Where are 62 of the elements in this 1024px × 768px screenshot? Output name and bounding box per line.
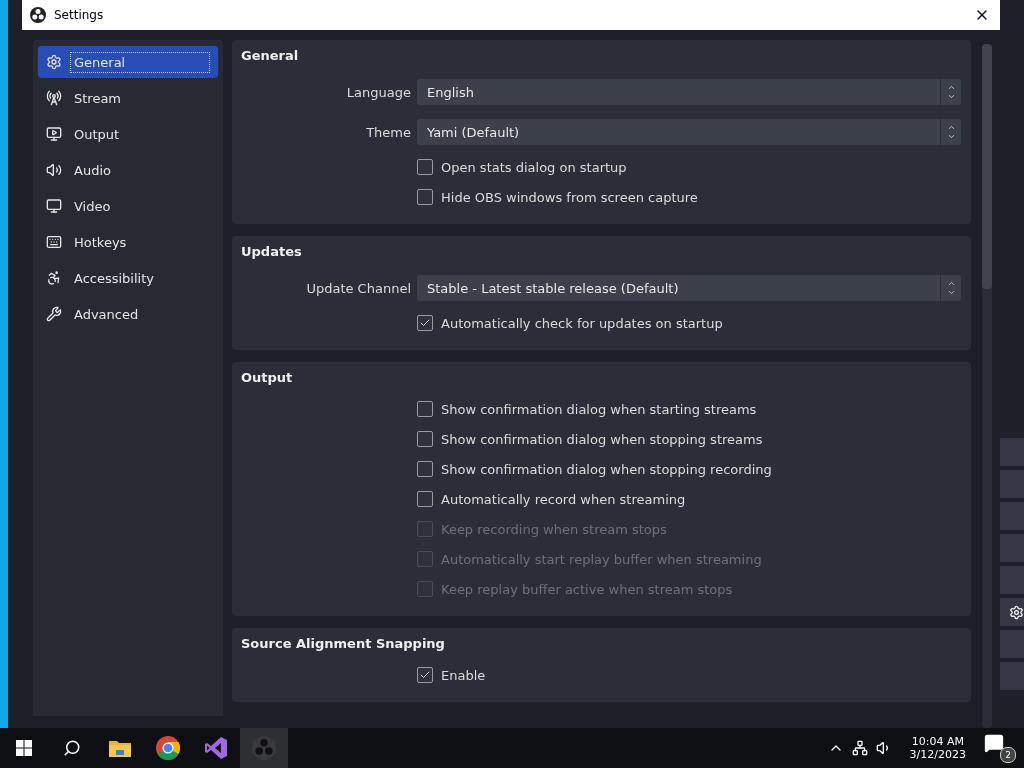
checkbox-label: Hide OBS windows from screen capture (441, 189, 698, 205)
sidebar-item[interactable]: Stream (38, 82, 218, 114)
ide-icon (204, 736, 228, 760)
field-label: Update Channel (305, 280, 411, 296)
settings-button[interactable] (1000, 598, 1024, 626)
obs-logo-icon (30, 7, 46, 23)
monitor-icon (46, 198, 62, 214)
checkbox-label: Automatically check for updates on startup (441, 315, 723, 331)
checkbox[interactable] (417, 189, 433, 205)
dropdown[interactable]: English (417, 79, 961, 105)
sidebar-item[interactable]: Audio (38, 154, 218, 186)
group-title: General (241, 48, 300, 65)
field-label: Theme (365, 124, 411, 140)
person-icon (46, 270, 62, 286)
dropdown[interactable]: Yami (Default) (417, 119, 961, 145)
folder-icon (109, 739, 131, 757)
check-icon (419, 317, 431, 329)
sidebar-item[interactable]: Accessibility (38, 262, 218, 294)
sidebar-item[interactable]: Hotkeys (38, 226, 218, 258)
checkbox-label: Show confirmation dialog when stopping streams (441, 431, 763, 447)
checkbox[interactable] (417, 401, 433, 417)
clock[interactable]: 10:04 AM 3/12/2023 (909, 735, 966, 761)
group-title: Source Alignment Snapping (241, 636, 446, 653)
group-title: Updates (241, 244, 303, 261)
checkbox-label: Keep replay buffer active when stream stops (441, 581, 733, 597)
checkbox[interactable] (417, 431, 433, 447)
search-icon (63, 739, 81, 757)
antenna-icon (46, 90, 62, 106)
check-icon (419, 669, 431, 681)
speaker-icon (46, 162, 62, 178)
checkbox[interactable] (417, 461, 433, 477)
field-label: Language (345, 84, 411, 100)
dropdown[interactable]: Stable - Latest stable release (Default) (417, 275, 961, 301)
browser-icon (156, 736, 180, 760)
checkbox[interactable] (417, 159, 433, 175)
screen-icon (46, 126, 62, 142)
group-title: Output (241, 370, 294, 387)
checkbox-label: Open stats dialog on startup (441, 159, 627, 175)
scrollbar[interactable] (982, 44, 992, 728)
wrench-icon (46, 306, 62, 322)
message-icon (984, 733, 1004, 753)
checkbox[interactable] (417, 491, 433, 507)
checkbox-label: Show confirmation dialog when stopping recording (441, 461, 772, 477)
sidebar-item[interactable]: Advanced (38, 298, 218, 330)
checkbox-label: Automatically start replay buffer when streaming (441, 551, 762, 567)
checkbox-label: Keep recording when stream stops (441, 521, 667, 537)
keyboard-icon (46, 234, 62, 250)
sidebar-item[interactable]: General (38, 46, 218, 78)
notifications-button[interactable]: 2 (984, 733, 1016, 763)
checkbox-label: Automatically record when streaming (441, 491, 686, 507)
sidebar-item[interactable]: Video (38, 190, 218, 222)
checkbox-label: Show confirmation dialog when starting streams (441, 401, 757, 417)
obs-icon (252, 736, 276, 760)
checkbox-label: Enable (441, 667, 486, 683)
gear-icon (46, 54, 62, 70)
window-title: Settings (54, 8, 105, 22)
checkbox[interactable] (417, 667, 433, 683)
checkbox[interactable] (417, 315, 433, 331)
windows-logo-icon (16, 740, 32, 756)
gear-icon (1009, 604, 1024, 620)
sidebar-item[interactable]: Output (38, 118, 218, 150)
network-icon[interactable] (851, 740, 868, 756)
